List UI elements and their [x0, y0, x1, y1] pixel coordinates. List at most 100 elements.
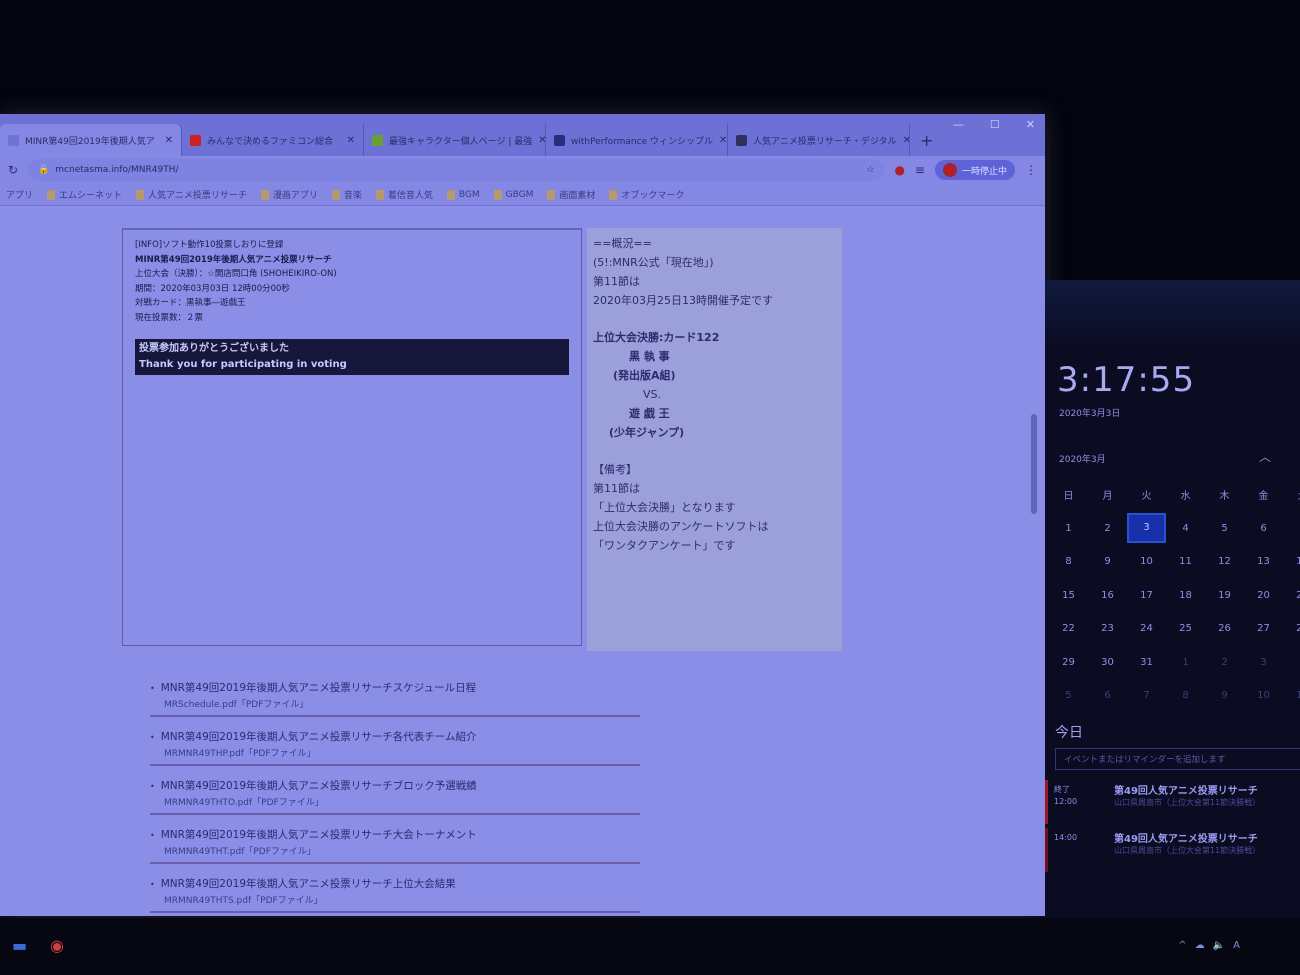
calendar-day[interactable]: 4 — [1283, 657, 1300, 668]
calendar-day[interactable]: 22 — [1049, 623, 1088, 634]
event-input[interactable]: イベントまたはリマインダーを追加します — [1055, 748, 1300, 770]
calendar-day[interactable]: 7 — [1127, 690, 1166, 701]
link-title[interactable]: MNR第49回2019年後期人気アニメ投票リサーチ大会トーナメント — [150, 827, 640, 844]
calendar-day[interactable]: 1 — [1049, 523, 1088, 534]
bookmark-2[interactable]: 漫画アプリ — [260, 188, 318, 201]
clock-date[interactable]: 2020年3月3日 — [1059, 406, 1120, 419]
calendar-day[interactable]: 11 — [1166, 556, 1205, 567]
calendar-day[interactable]: 4 — [1166, 523, 1205, 534]
tab-close-icon[interactable]: ✕ — [165, 135, 173, 146]
chevron-up-icon[interactable]: ︿ — [1259, 448, 1271, 465]
calendar-day[interactable]: 28 — [1283, 623, 1300, 634]
tab-close-icon[interactable]: ✕ — [538, 135, 545, 146]
calendar-day[interactable]: 8 — [1166, 690, 1205, 701]
calendar-day[interactable]: 3 — [1244, 657, 1283, 668]
calendar-day[interactable]: 2 — [1205, 657, 1244, 668]
calendar-day[interactable]: 27 — [1244, 623, 1283, 634]
tab-0[interactable]: MINR第49回2019年後期人気ア ✕ — [0, 124, 182, 156]
reload-icon[interactable]: ↻ — [8, 163, 18, 177]
calendar-day[interactable]: 11 — [1283, 690, 1300, 701]
link-pdf[interactable]: MRMNR49THP.pdf「PDFファイル」 — [150, 746, 640, 759]
event-item[interactable]: 14:00 第49回人気アニメ投票リサーチ 山口県周南市（上位大会第11節決勝戦） — [1045, 828, 1300, 872]
calendar-day[interactable]: 9 — [1205, 690, 1244, 701]
link-pdf[interactable]: MRMNR49THTO.pdf「PDFファイル」 — [150, 795, 640, 808]
network-icon[interactable]: ☁ — [1195, 940, 1205, 951]
link-pdf[interactable]: MRMNR49THTS.pdf「PDFファイル」 — [150, 893, 640, 906]
file-explorer-icon[interactable]: ▬ — [12, 936, 27, 955]
ime-icon[interactable]: A — [1233, 940, 1240, 951]
bookmark-5[interactable]: BGM — [446, 189, 480, 200]
calendar-day[interactable]: 10 — [1127, 556, 1166, 567]
new-tab-button[interactable]: + — [910, 131, 943, 156]
link-title[interactable]: MNR第49回2019年後期人気アニメ投票リサーチ各代表チーム紹介 — [150, 729, 640, 746]
event-item[interactable]: 終了 12:00 第49回人気アニメ投票リサーチ 山口県周南市（上位大会第11節決勝戦… — [1045, 780, 1300, 824]
calendar-month[interactable]: 2020年3月 — [1059, 452, 1106, 465]
calendar-day[interactable]: 20 — [1244, 590, 1283, 601]
bookmark-3[interactable]: 音楽 — [331, 188, 362, 201]
event-name: 第49回人気アニメ投票リサーチ — [1114, 786, 1258, 797]
star-icon[interactable]: ☆ — [866, 165, 874, 175]
calendar-day[interactable]: 30 — [1088, 657, 1127, 668]
calendar-day[interactable]: 31 — [1127, 657, 1166, 668]
bookmark-8[interactable]: オブックマーク — [609, 188, 684, 201]
calendar-day[interactable]: 5 — [1049, 690, 1088, 701]
calendar-day[interactable]: 16 — [1088, 590, 1127, 601]
tab-close-icon[interactable]: ✕ — [719, 135, 727, 146]
tab-4[interactable]: 人気アニメ投票リサーチ・デジタル ✕ — [728, 124, 910, 156]
calendar-day[interactable]: 9 — [1088, 556, 1127, 567]
calendar-day[interactable]: 18 — [1166, 590, 1205, 601]
calendar-day[interactable]: 8 — [1049, 556, 1088, 567]
calendar-day[interactable]: 19 — [1205, 590, 1244, 601]
media-icon[interactable]: ≡ — [915, 163, 925, 177]
tab-3[interactable]: withPerformance ウィンシップル ✕ — [546, 124, 728, 156]
calendar-day[interactable]: 7 — [1283, 523, 1300, 534]
link-pdf[interactable]: MRSchedule.pdf「PDFファイル」 — [150, 697, 640, 710]
chrome-icon[interactable]: ◉ — [50, 936, 64, 955]
chevron-up-icon[interactable]: ^ — [1178, 940, 1186, 951]
volume-icon[interactable]: 🔈 — [1213, 940, 1225, 951]
calendar-day[interactable]: 10 — [1244, 690, 1283, 701]
calendar-day[interactable]: 12 — [1205, 556, 1244, 567]
bookmark-7[interactable]: 画面素材 — [547, 188, 595, 201]
calendar-day[interactable]: 2 — [1088, 523, 1127, 534]
calendar-day[interactable]: 3 — [1127, 513, 1166, 544]
calendar-day[interactable]: 21 — [1283, 590, 1300, 601]
calendar-day[interactable]: 1 — [1166, 657, 1205, 668]
profile-button[interactable]: 一時停止中 — [934, 160, 1015, 180]
menu-icon[interactable]: ⋮ — [1025, 163, 1037, 177]
bookmark-6[interactable]: GBGM — [493, 189, 533, 200]
link-title[interactable]: MNR第49回2019年後期人気アニメ投票リサーチブロック予選戦績 — [150, 778, 640, 795]
tab-1[interactable]: みんなで決めるファミコン総合 ✕ — [182, 124, 364, 156]
maximize-icon[interactable]: ☐ — [990, 118, 1000, 131]
link-title[interactable]: MNR第49回2019年後期人気アニメ投票リサーチ上位大会結果 — [150, 876, 640, 893]
calendar-day[interactable]: 5 — [1205, 523, 1244, 534]
calendar-day[interactable]: 23 — [1088, 623, 1127, 634]
scrollbar[interactable] — [1031, 206, 1039, 906]
address-bar[interactable]: 🔒 mcnetasma.info/MNR49TH/ ☆ — [28, 159, 885, 181]
bookmark-0[interactable]: エムシーネット — [47, 188, 122, 201]
calendar-day[interactable]: 25 — [1166, 623, 1205, 634]
link-title[interactable]: MNR第49回2019年後期人気アニメ投票リサーチスケジュール日程 — [150, 680, 640, 697]
calendar-day[interactable]: 26 — [1205, 623, 1244, 634]
tab-close-icon[interactable]: ✕ — [903, 135, 909, 146]
calendar-day[interactable]: 6 — [1088, 690, 1127, 701]
calendar-day[interactable]: 15 — [1049, 590, 1088, 601]
close-window-icon[interactable]: ✕ — [1026, 118, 1035, 131]
calendar-day[interactable]: 29 — [1049, 657, 1088, 668]
tab-close-icon[interactable]: ✕ — [347, 135, 355, 146]
calendar-day[interactable]: 17 — [1127, 590, 1166, 601]
weekday-label: 日 — [1063, 491, 1074, 503]
tab-2[interactable]: 最強キャラクター個人ページ | 最強 ✕ — [364, 124, 546, 156]
link-pdf[interactable]: MRMNR49THT.pdf「PDFファイル」 — [150, 844, 640, 857]
bookmark-label: 画面素材 — [559, 191, 596, 201]
calendar-day[interactable]: 13 — [1244, 556, 1283, 567]
minimize-icon[interactable]: — — [953, 118, 964, 131]
bookmark-4[interactable]: 着信音人気 — [375, 188, 433, 201]
calendar-day[interactable]: 6 — [1244, 523, 1283, 534]
calendar-day[interactable]: 24 — [1127, 623, 1166, 634]
scrollbar-thumb[interactable] — [1031, 414, 1037, 514]
extension-icon[interactable]: ● — [894, 163, 904, 177]
calendar-day[interactable]: 14 — [1283, 556, 1300, 567]
apps-link[interactable]: アプリ — [6, 188, 33, 201]
bookmark-1[interactable]: 人気アニメ投票リサーチ — [136, 188, 247, 201]
